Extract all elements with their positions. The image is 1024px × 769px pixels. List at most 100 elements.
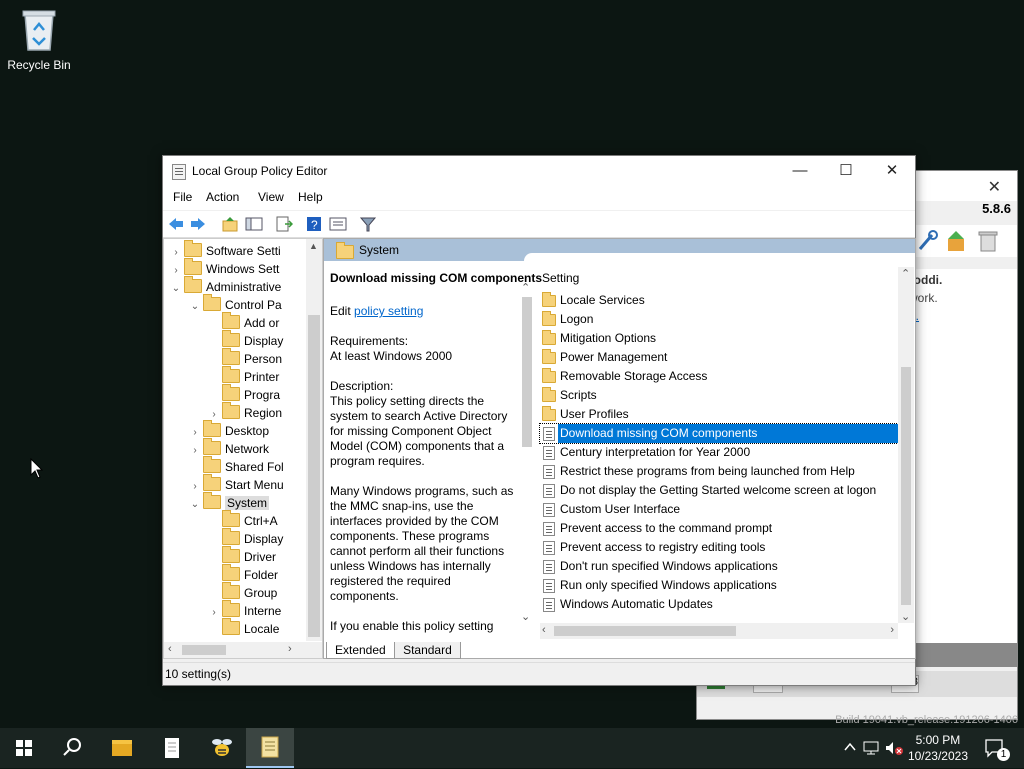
show-hidden-icons-icon[interactable] (844, 740, 856, 754)
notepad-icon[interactable] (148, 728, 196, 768)
back-arrow-icon[interactable] (167, 215, 185, 233)
volume-muted-icon[interactable] (884, 740, 904, 756)
network-icon[interactable] (862, 740, 880, 756)
tree-item[interactable]: Progra (222, 384, 280, 404)
tree-item[interactable]: ⌄ Control Pa (191, 294, 282, 314)
settings-scroll-thumb[interactable] (901, 367, 911, 605)
settings-scroll-right-icon[interactable]: › (890, 624, 894, 636)
update-icon[interactable] (944, 229, 968, 253)
tree-item[interactable]: Person (222, 348, 282, 368)
setting-item[interactable]: Century interpretation for Year 2000 (540, 443, 900, 462)
tree-item[interactable]: Folder (222, 564, 278, 584)
taskbar-active-app[interactable] (246, 728, 294, 768)
filter-icon[interactable] (359, 215, 377, 233)
tree-item[interactable]: › Start Menu (193, 474, 284, 494)
expanded-arrow-icon[interactable]: ⌄ (187, 298, 203, 316)
tree-item[interactable]: › Windows Sett (174, 258, 279, 278)
settings-horizontal-scrollbar[interactable]: ‹ › (540, 623, 898, 639)
collapsed-arrow-icon[interactable]: › (187, 442, 203, 460)
collapsed-arrow-icon[interactable]: › (206, 604, 222, 622)
titlebar[interactable]: Local Group Policy Editor — ☐ ✕ (163, 156, 915, 186)
show-hide-tree-icon[interactable] (245, 215, 263, 233)
up-folder-icon[interactable] (221, 215, 239, 233)
setting-item[interactable]: Don't run specified Windows applications (540, 557, 900, 576)
menu-action[interactable]: Action (206, 190, 239, 204)
tree-scroll-thumb[interactable] (308, 315, 320, 637)
menu-file[interactable]: File (173, 190, 192, 204)
tree-item[interactable]: › Network (193, 438, 269, 458)
setting-item[interactable]: Prevent access to registry editing tools (540, 538, 900, 557)
settings-hscroll-thumb[interactable] (554, 626, 736, 636)
search-icon[interactable] (48, 728, 96, 768)
scroll-right-icon[interactable]: › (288, 643, 292, 655)
tab-extended[interactable]: Extended (326, 642, 395, 659)
setting-item[interactable]: Do not display the Getting Started welco… (540, 481, 900, 500)
tree-item[interactable]: Ctrl+A (222, 510, 278, 530)
maximize-button[interactable]: ☐ (823, 160, 869, 182)
menu-help[interactable]: Help (298, 190, 323, 204)
recycle-bin[interactable]: Recycle Bin (4, 8, 74, 72)
tab-standard[interactable]: Standard (394, 642, 461, 659)
tree-item[interactable]: Printer (222, 366, 279, 386)
tree-item[interactable]: Add or (222, 312, 279, 332)
settings-list[interactable]: Locale Services Logon Mitigation Options Po… (539, 291, 901, 614)
setting-item[interactable]: Download missing COM components (539, 423, 901, 444)
tree-item[interactable]: Display (222, 330, 283, 350)
expanded-arrow-icon[interactable]: ⌄ (187, 496, 203, 514)
tree-item[interactable]: › Interne (212, 600, 281, 620)
setting-item[interactable]: Custom User Interface (540, 500, 900, 519)
tools-icon[interactable] (916, 229, 940, 253)
desc-scroll-up-icon[interactable]: ⌃ (521, 281, 530, 294)
setting-item[interactable]: Logon (540, 310, 900, 329)
setting-item[interactable]: Prevent access to the command prompt (540, 519, 900, 538)
setting-item[interactable]: Removable Storage Access (540, 367, 900, 386)
setting-item[interactable]: Locale Services (540, 291, 900, 310)
expanded-arrow-icon[interactable]: ⌄ (168, 280, 184, 298)
setting-item[interactable]: Power Management (540, 348, 900, 367)
system-clock[interactable]: 5:00 PM 10/23/2023 (908, 732, 968, 764)
setting-item[interactable]: User Profiles (540, 405, 900, 424)
settings-scroll-down-icon[interactable]: ⌄ (901, 610, 910, 623)
properties-icon[interactable] (329, 215, 347, 233)
tree-item[interactable]: › Software Setti (174, 240, 281, 260)
setting-item[interactable]: Run only specified Windows applications (540, 576, 900, 595)
scroll-left-icon[interactable]: ‹ (168, 643, 172, 655)
tree-item[interactable]: ⌄ Administrative (172, 276, 281, 296)
settings-scroll-up-icon[interactable]: ⌃ (901, 267, 910, 280)
tree-item[interactable]: › Region (212, 402, 282, 422)
collapsed-arrow-icon[interactable]: › (168, 262, 184, 280)
setting-item[interactable]: Windows Automatic Updates (540, 595, 900, 614)
tree-vertical-scrollbar[interactable]: ▲ (306, 239, 322, 641)
tree-horizontal-scrollbar[interactable]: ‹ › (164, 642, 322, 658)
tree-item[interactable]: › Desktop (193, 420, 269, 440)
trash-icon[interactable] (976, 229, 1000, 253)
collapsed-arrow-icon[interactable]: › (187, 478, 203, 496)
tree-item[interactable]: Locale (222, 618, 279, 638)
scroll-up-icon[interactable]: ▲ (309, 241, 318, 251)
policy-setting-link[interactable]: policy setting (354, 304, 423, 318)
minimize-button[interactable]: — (777, 160, 823, 182)
description-scrollbar[interactable]: ⌃ ⌄ (519, 281, 535, 623)
details-pane[interactable]: System Download missing COM components E… (323, 238, 916, 659)
tree-item[interactable]: ⌄ System (191, 492, 270, 512)
close-button[interactable]: ✕ (869, 160, 915, 182)
tree-item[interactable]: Group (222, 582, 277, 602)
collapsed-arrow-icon[interactable]: › (187, 424, 203, 442)
app-bee-icon[interactable] (198, 728, 246, 768)
forward-arrow-icon[interactable] (189, 215, 207, 233)
help-icon[interactable]: ? (305, 215, 323, 233)
setting-item[interactable]: Scripts (540, 386, 900, 405)
tree-pane[interactable]: › Software Setti › Windows Sett ⌄ Administrat… (163, 238, 323, 659)
menu-view[interactable]: View (258, 190, 284, 204)
windows-start-icon[interactable] (0, 728, 48, 768)
file-explorer-icon[interactable] (98, 728, 146, 768)
desc-scroll-down-icon[interactable]: ⌄ (521, 610, 530, 623)
tree-item[interactable]: Display (222, 528, 283, 548)
export-list-icon[interactable] (275, 215, 293, 233)
tree-item[interactable]: Driver (222, 546, 276, 566)
settings-scroll-left-icon[interactable]: ‹ (542, 624, 546, 636)
settings-column-header[interactable]: Setting (540, 269, 900, 290)
setting-item[interactable]: Mitigation Options (540, 329, 900, 348)
desc-scroll-thumb[interactable] (522, 297, 532, 447)
tree-item[interactable]: Shared Fol (203, 456, 284, 476)
